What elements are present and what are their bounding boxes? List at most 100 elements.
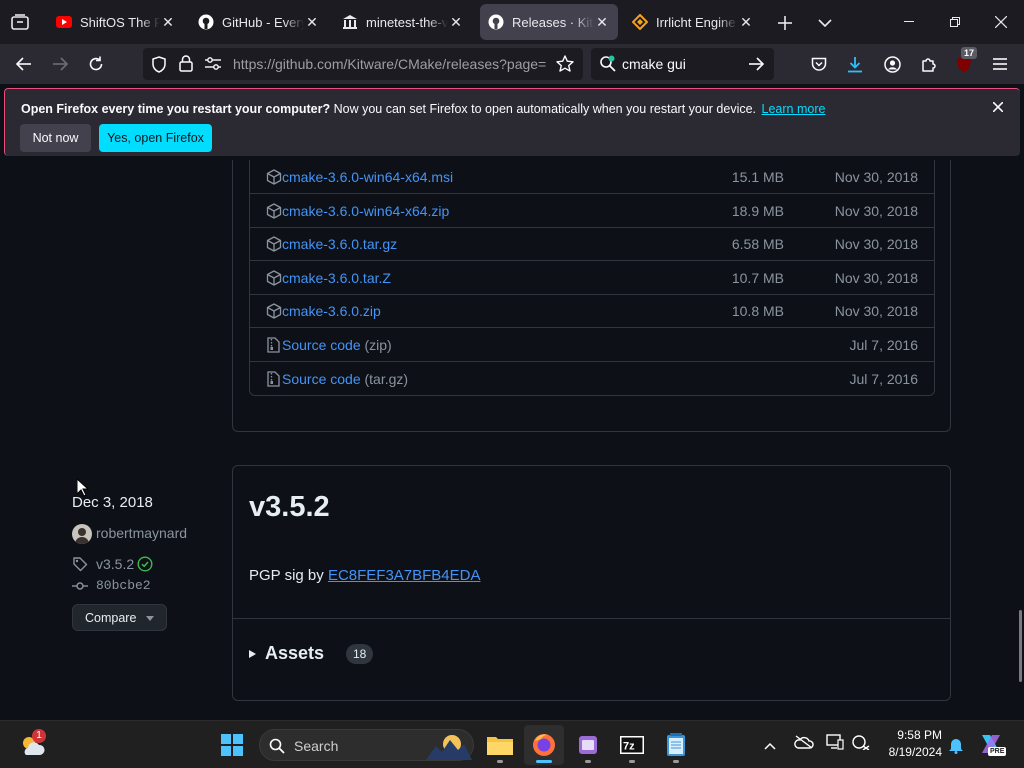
caret-down-icon — [146, 616, 154, 621]
back-button[interactable] — [8, 48, 40, 80]
copilot-button[interactable]: PRE — [978, 731, 1007, 759]
tab-github[interactable]: GitHub - Everything ✕ — [190, 4, 328, 40]
yes-open-firefox-button[interactable]: Yes, open Firefox — [99, 124, 212, 152]
close-window-button[interactable] — [978, 0, 1024, 44]
tab-releases[interactable]: Releases · Kitware/CMake ✕ — [480, 4, 618, 40]
notification-title: Open Firefox every time you restart your… — [21, 102, 331, 116]
asset-name: Source code — [282, 370, 361, 387]
downloads-button[interactable] — [839, 48, 871, 80]
assets-expander[interactable]: Assets 18 — [249, 643, 389, 667]
chevron-up-icon — [764, 742, 776, 750]
release-commit[interactable]: 80bcbe2 — [96, 578, 151, 593]
tab-strip: ShiftOS The Revival ✕ GitHub - Everythin… — [0, 0, 1024, 44]
close-tab-icon[interactable]: ✕ — [448, 14, 464, 30]
search-input[interactable]: cmake gui — [622, 56, 686, 72]
onedrive-icon[interactable] — [794, 735, 814, 754]
commit-icon — [72, 578, 88, 599]
asset-size: 10.7 MB — [731, 269, 784, 286]
package-icon — [266, 202, 282, 219]
weather-widget[interactable]: 1 — [12, 725, 52, 765]
clock-date: 8/19/2024 — [888, 745, 942, 759]
asset-link[interactable]: Source code (tar.gz) — [282, 371, 408, 387]
extensions-button[interactable] — [912, 48, 944, 80]
show-hidden-icons-button[interactable] — [764, 737, 776, 755]
app-purple-window[interactable] — [568, 725, 608, 765]
purple-window-icon — [579, 736, 597, 754]
hamburger-icon — [993, 58, 1007, 70]
file-explorer-app[interactable] — [480, 725, 520, 765]
page-scrollbar[interactable] — [1019, 610, 1022, 682]
close-tab-icon[interactable]: ✕ — [594, 14, 610, 30]
pocket-button[interactable] — [803, 48, 835, 80]
notifications-button[interactable] — [948, 736, 964, 759]
source-code-row: Source code (zip) Jul 7, 2016 — [250, 329, 934, 362]
list-all-tabs-button[interactable] — [812, 10, 838, 36]
avatar-image — [75, 528, 89, 544]
learn-more-link[interactable]: Learn more — [762, 102, 826, 116]
asset-format: (tar.gz) — [364, 370, 409, 387]
default-browser-notification: Open Firefox every time you restart your… — [4, 88, 1020, 156]
search-go-icon[interactable] — [748, 57, 765, 76]
release-tag[interactable]: v3.5.2 — [96, 556, 134, 572]
pgp-key-link[interactable]: EC8FEF3A7BFB4EDA — [328, 567, 481, 584]
bookmark-star-icon[interactable] — [556, 55, 574, 77]
network-icon[interactable] — [852, 734, 870, 755]
close-notification-button[interactable] — [990, 99, 1006, 115]
running-indicator — [629, 760, 635, 763]
start-button[interactable] — [212, 725, 252, 765]
bell-icon — [949, 739, 963, 754]
firefox-app[interactable] — [524, 725, 564, 765]
taskbar-search[interactable]: Search — [259, 729, 474, 761]
close-tab-icon[interactable]: ✕ — [304, 14, 320, 30]
cursor-arrow-icon — [76, 477, 90, 497]
clock[interactable]: 9:58 PM 8/19/2024 — [880, 727, 942, 761]
tab-shiftos[interactable]: ShiftOS The Revival ✕ — [48, 4, 184, 40]
windows-logo-icon — [221, 734, 243, 756]
search-highlight-icon — [426, 735, 472, 760]
close-tab-icon[interactable]: ✕ — [738, 14, 754, 30]
app-menu-button[interactable] — [984, 48, 1016, 80]
release-title[interactable]: v3.5.2 — [249, 491, 330, 524]
not-now-button[interactable]: Not now — [20, 124, 91, 152]
lock-icon[interactable] — [179, 55, 193, 77]
asset-row: cmake-3.6.0.tar.Z 10.7 MB Nov 30, 2018 — [250, 262, 934, 295]
asset-link[interactable]: cmake-3.6.0.tar.Z — [282, 270, 391, 286]
asset-date: Nov 30, 2018 — [834, 269, 918, 286]
tab-minetest[interactable]: minetest-the-velocity ✕ — [334, 4, 472, 40]
author-avatar[interactable] — [72, 524, 92, 544]
search-bar[interactable]: cmake gui — [591, 48, 774, 80]
compare-button[interactable]: Compare — [72, 604, 167, 631]
asset-date: Nov 30, 2018 — [834, 236, 918, 253]
file-zip-icon — [266, 337, 282, 353]
shield-icon[interactable] — [151, 56, 167, 78]
permissions-icon[interactable] — [205, 57, 221, 76]
ublock-extension-button[interactable]: 17 — [948, 47, 980, 80]
reload-button[interactable] — [80, 48, 112, 80]
forward-button[interactable] — [44, 48, 76, 80]
7zip-app[interactable]: 7z — [612, 725, 652, 765]
new-tab-button[interactable] — [772, 10, 798, 36]
url-text[interactable]: https://github.com/Kitware/CMake/release… — [233, 56, 551, 72]
tab-irrlicht[interactable]: Irrlicht Engine download ✕ — [624, 4, 762, 40]
release-author[interactable]: robertmaynard — [96, 525, 187, 541]
tab-overview-button[interactable] — [8, 10, 32, 34]
display-icon[interactable] — [826, 734, 844, 755]
asset-link[interactable]: cmake-3.6.0-win64-x64.msi — [282, 169, 453, 185]
asset-format: (zip) — [364, 337, 392, 353]
minimize-icon — [904, 21, 914, 22]
close-tab-icon[interactable]: ✕ — [160, 14, 176, 30]
asset-link[interactable]: cmake-3.6.0.tar.gz — [282, 236, 397, 252]
asset-link[interactable]: Source code (zip) — [282, 337, 392, 353]
notepad-app[interactable] — [656, 725, 696, 765]
restore-button[interactable] — [932, 0, 978, 44]
asset-link[interactable]: cmake-3.6.0-win64-x64.zip — [282, 203, 449, 219]
notepad-icon — [667, 733, 685, 756]
minimize-button[interactable] — [886, 0, 932, 44]
asset-link[interactable]: cmake-3.6.0.zip — [282, 303, 381, 319]
restore-icon — [950, 17, 960, 27]
svg-text:7z: 7z — [623, 741, 635, 753]
taskbar-search-placeholder: Search — [294, 738, 339, 754]
url-bar[interactable]: https://github.com/Kitware/CMake/release… — [143, 48, 583, 80]
arrow-left-icon — [16, 57, 31, 71]
account-button[interactable] — [876, 48, 908, 80]
